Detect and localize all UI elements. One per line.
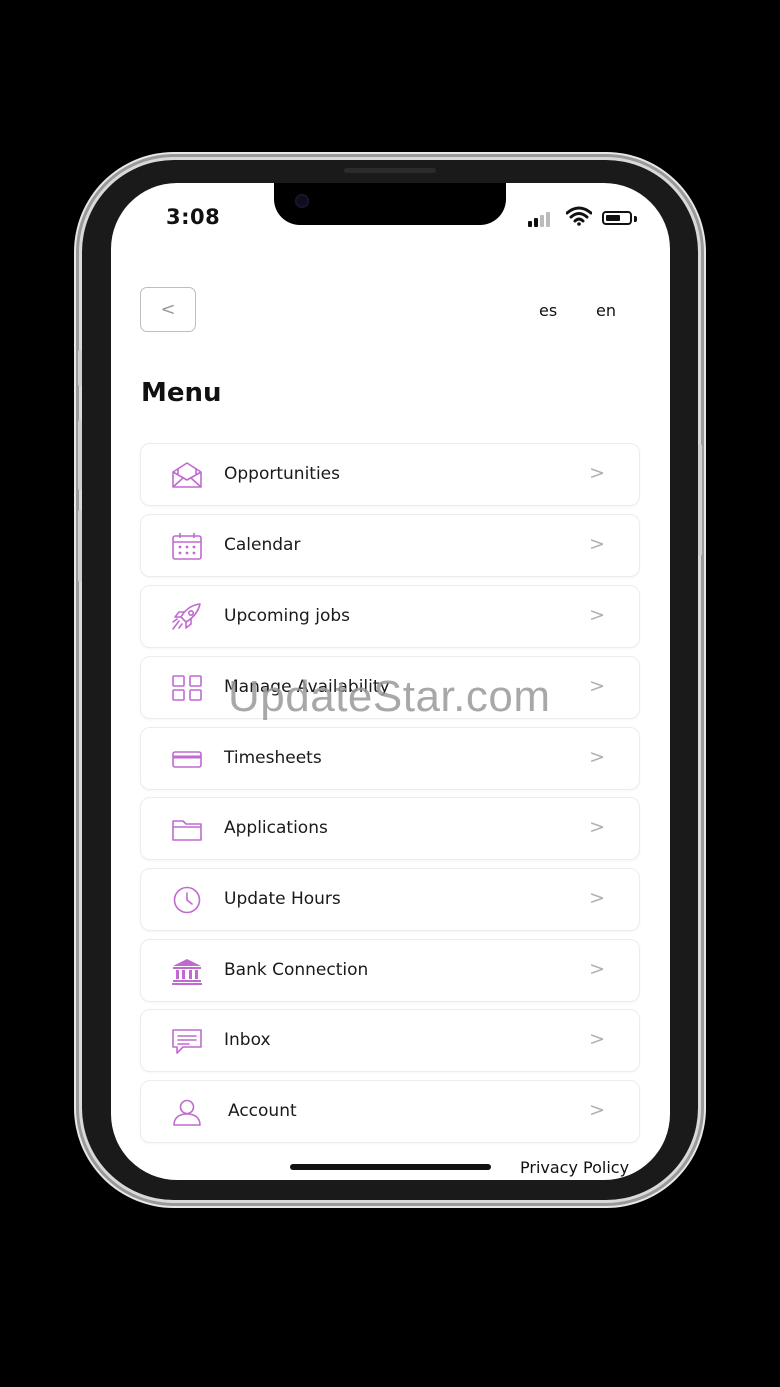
- power-button: [698, 444, 702, 556]
- page-title: Menu: [141, 378, 222, 408]
- menu-item-label: Upcoming jobs: [224, 606, 351, 626]
- mute-switch: [78, 350, 82, 386]
- rocket-icon: [172, 603, 201, 630]
- menu-item-calendar[interactable]: Calendar >: [140, 514, 640, 577]
- language-en[interactable]: en: [596, 301, 616, 320]
- user-icon: [173, 1099, 201, 1126]
- back-chevron-icon: <: [160, 299, 176, 320]
- status-time: 3:08: [166, 205, 221, 229]
- menu-item-upcoming-jobs[interactable]: Upcoming jobs >: [140, 585, 640, 648]
- chevron-right-icon: >: [589, 675, 605, 697]
- menu-item-label: Manage Availability: [224, 677, 390, 697]
- menu-item-label: Update Hours: [224, 889, 341, 909]
- chevron-right-icon: >: [589, 1099, 605, 1121]
- chat-icon: [172, 1029, 202, 1054]
- chevron-right-icon: >: [589, 746, 605, 768]
- battery-icon: [602, 211, 632, 225]
- menu-item-label: Inbox: [224, 1030, 271, 1050]
- privacy-policy-link[interactable]: Privacy Policy: [520, 1158, 670, 1177]
- chevron-right-icon: >: [589, 533, 605, 555]
- grid-icon: [172, 675, 202, 701]
- menu-item-update-hours[interactable]: Update Hours >: [140, 868, 640, 931]
- chevron-right-icon: >: [589, 1028, 605, 1050]
- notch: [274, 183, 506, 225]
- camera-icon: [295, 194, 309, 208]
- chevron-right-icon: >: [589, 816, 605, 838]
- menu-item-label: Opportunities: [224, 464, 340, 484]
- menu-item-account[interactable]: Account >: [140, 1080, 640, 1143]
- clock-icon: [173, 886, 201, 914]
- chevron-right-icon: >: [589, 604, 605, 626]
- menu-item-label: Applications: [224, 818, 328, 838]
- menu-item-timesheets[interactable]: Timesheets >: [140, 727, 640, 790]
- menu-item-manage-availability[interactable]: Manage Availability >: [140, 656, 640, 719]
- chevron-right-icon: >: [589, 887, 605, 909]
- credit-card-icon: [172, 751, 202, 768]
- chevron-right-icon: >: [589, 462, 605, 484]
- folder-icon: [172, 820, 202, 841]
- envelope-open-icon: [172, 462, 202, 488]
- wifi-icon: [566, 206, 592, 226]
- language-es[interactable]: es: [539, 301, 557, 320]
- calendar-icon: [172, 533, 202, 560]
- menu-item-label: Account: [228, 1101, 297, 1121]
- menu-item-label: Timesheets: [224, 748, 322, 768]
- menu-item-applications[interactable]: Applications >: [140, 797, 640, 860]
- menu-item-bank-connection[interactable]: Bank Connection >: [140, 939, 640, 1002]
- menu-item-inbox[interactable]: Inbox >: [140, 1009, 640, 1072]
- volume-down-button: [78, 510, 82, 582]
- bank-icon: [172, 959, 202, 985]
- speaker-grille: [344, 168, 436, 173]
- menu-item-opportunities[interactable]: Opportunities >: [140, 443, 640, 506]
- menu-item-label: Calendar: [224, 535, 301, 555]
- volume-up-button: [78, 420, 82, 490]
- home-indicator[interactable]: [290, 1164, 491, 1170]
- menu-item-label: Bank Connection: [224, 960, 369, 980]
- back-button[interactable]: <: [140, 287, 196, 332]
- chevron-right-icon: >: [589, 958, 605, 980]
